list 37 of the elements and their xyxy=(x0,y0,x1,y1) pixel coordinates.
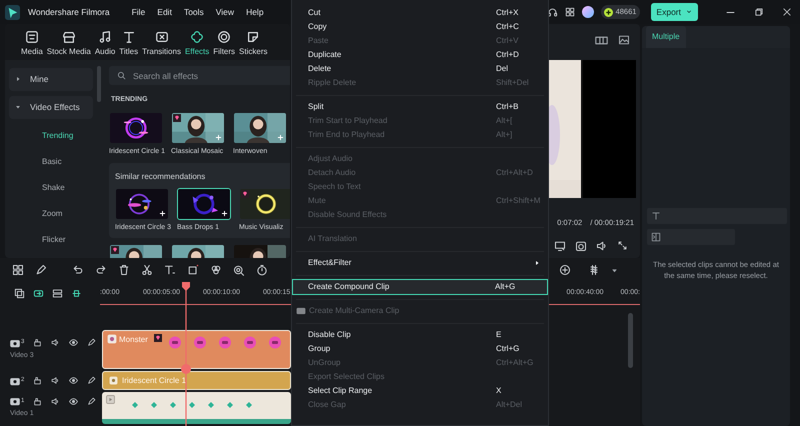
menu-item[interactable]: Select Clip Range X xyxy=(292,384,548,398)
menu-item[interactable]: Copy Ctrl+C xyxy=(292,20,548,34)
library-tab[interactable]: Titles xyxy=(119,30,138,58)
subcategory-item[interactable]: Trending xyxy=(9,124,93,148)
menu-item[interactable]: View xyxy=(216,6,234,18)
menu-item[interactable]: Duplicate Ctrl+D xyxy=(292,48,548,62)
menu-item[interactable]: Effect&Filter xyxy=(292,256,548,270)
menu-item[interactable]: Split Ctrl+B xyxy=(292,100,548,114)
menu-item[interactable]: Edit xyxy=(157,6,172,18)
subcategory-item[interactable]: Basic xyxy=(9,150,93,174)
subcategory-item[interactable]: Flicker xyxy=(9,228,93,252)
subcategory-item[interactable]: Zoom xyxy=(9,202,93,226)
panel-tab[interactable]: Multiple xyxy=(646,26,686,48)
library-tab[interactable]: Media xyxy=(21,30,43,58)
menu-item[interactable]: Create Compound Clip Alt+G xyxy=(292,279,548,295)
library-tab[interactable]: Filters xyxy=(213,30,236,58)
library-tab[interactable]: Stickers xyxy=(239,30,268,58)
menu-item[interactable]: File xyxy=(132,6,146,18)
menu-item[interactable]: Tools xyxy=(184,6,204,18)
library-tab[interactable]: Transitions xyxy=(142,30,181,58)
clip-label: Iridescent Circle 1 xyxy=(122,374,186,386)
subcategory-item[interactable]: Shake xyxy=(9,176,93,200)
export-button[interactable]: Export xyxy=(651,2,698,22)
section-heading: Similar recommendations xyxy=(115,171,206,183)
menu-item[interactable]: Delete Del xyxy=(292,62,548,76)
library-tab[interactable]: Stock Media xyxy=(46,30,91,58)
search-field[interactable]: Search all effects xyxy=(109,66,290,85)
menu-item[interactable]: Group Ctrl+G xyxy=(292,342,548,356)
library-tab[interactable]: Audio xyxy=(94,30,116,58)
clip-label: Monster xyxy=(119,334,148,346)
menu-item[interactable]: Cut Ctrl+X xyxy=(292,6,548,20)
category-item[interactable]: Video Effects xyxy=(9,96,93,118)
app-title: Wondershare Filmora xyxy=(28,6,110,18)
library-tab[interactable]: Effects xyxy=(184,30,210,58)
menu-item[interactable]: Disable Clip E xyxy=(292,328,548,342)
category-item[interactable]: Mine xyxy=(9,68,93,91)
menu-item[interactable]: Help xyxy=(246,6,264,18)
